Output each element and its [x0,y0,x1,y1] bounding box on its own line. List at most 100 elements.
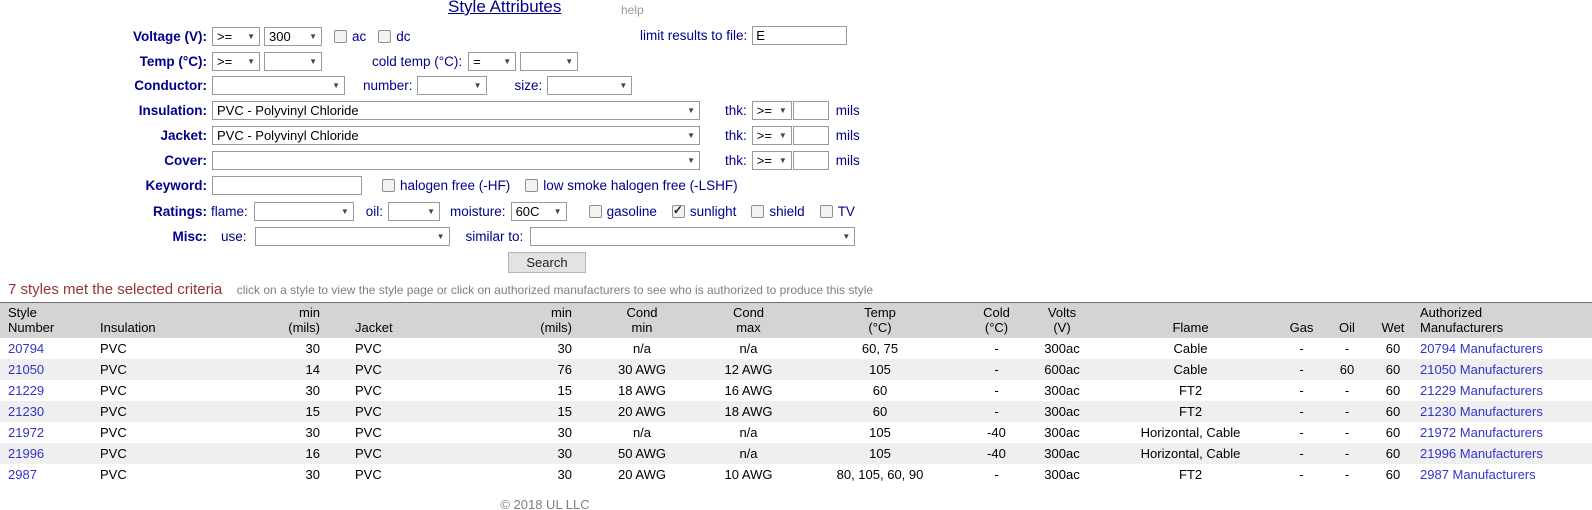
voltage-op-select[interactable]: >=▼ [212,27,260,46]
voltage-value-select[interactable]: 300▼ [264,27,322,46]
temp-op-select[interactable]: >=▼ [212,52,260,71]
table-cell: 21230 [0,401,95,422]
results-line: 7 styles met the selected criteria click… [8,281,873,299]
search-button[interactable]: Search [508,252,586,273]
use-select[interactable]: ▼ [255,227,450,246]
table-cell: n/a [702,338,795,359]
col-header: Jacket [330,303,510,338]
dc-checkbox[interactable] [378,30,391,43]
manufacturers-link[interactable]: 21972 Manufacturers [1420,425,1543,440]
cold-temp-value-select[interactable]: ▼ [520,52,578,71]
jacket-select[interactable]: PVC - Polyvinyl Chloride▼ [212,126,700,145]
style-number-link[interactable]: 20794 [8,341,44,356]
limit-results-group: limit results to file: [640,26,847,45]
insulation-select[interactable]: PVC - Polyvinyl Chloride▼ [212,101,700,120]
table-cell: - [1285,464,1318,485]
flame-select[interactable]: ▼ [254,202,354,221]
chevron-down-icon: ▼ [565,57,573,66]
table-cell: n/a [582,338,702,359]
insulation-label: Insulation: [0,103,207,118]
conductor-size-select[interactable]: ▼ [547,76,632,95]
keyword-input[interactable] [212,176,362,195]
chevron-down-icon: ▼ [247,32,255,41]
insulation-thk-input[interactable] [793,101,829,120]
temp-value-select[interactable]: ▼ [264,52,322,71]
table-cell: - [1285,359,1318,380]
table-cell: - [965,401,1028,422]
similar-to-select[interactable]: ▼ [530,227,855,246]
manufacturers-link[interactable]: 21050 Manufacturers [1420,362,1543,377]
halogen-free-checkbox[interactable] [382,179,395,192]
table-cell: 60 [795,380,965,401]
table-cell: PVC [95,443,255,464]
table-cell: - [1285,338,1318,359]
style-number-link[interactable]: 21050 [8,362,44,377]
table-cell: Horizontal, Cable [1096,443,1285,464]
shield-checkbox[interactable] [751,205,764,218]
cover-select[interactable]: ▼ [212,151,700,170]
table-cell: 30 [255,338,330,359]
manufacturers-link[interactable]: 21229 Manufacturers [1420,383,1543,398]
cover-thk-input[interactable] [793,151,829,170]
style-number-link[interactable]: 21972 [8,425,44,440]
style-number-link[interactable]: 21996 [8,446,44,461]
cold-temp-op-select[interactable]: =▼ [468,52,516,71]
cover-thk-op-select[interactable]: >=▼ [752,151,792,170]
moisture-select[interactable]: 60C▼ [511,202,567,221]
jacket-thk-label: thk: [725,128,747,143]
manufacturers-link[interactable]: 2987 Manufacturers [1420,467,1536,482]
manufacturers-link[interactable]: 21230 Manufacturers [1420,404,1543,419]
table-cell: - [1318,422,1376,443]
chevron-down-icon: ▼ [687,131,695,140]
oil-select[interactable]: ▼ [388,202,440,221]
insulation-thk-op-select[interactable]: >=▼ [752,101,792,120]
table-cell: 300ac [1028,422,1096,443]
tv-checkbox[interactable] [820,205,833,218]
temp-op-value: >= [217,54,232,69]
low-smoke-halogen-free-checkbox[interactable] [525,179,538,192]
limit-results-input[interactable] [752,26,847,45]
conductor-select[interactable]: ▼ [212,76,345,95]
table-row: 21972PVC30PVC30n/an/a105-40300acHorizont… [0,422,1592,443]
help-link[interactable]: help [621,3,644,17]
gasoline-label: gasoline [607,204,657,219]
table-cell: PVC [95,338,255,359]
table-cell: PVC [95,464,255,485]
halogen-free-label: halogen free (-HF) [400,178,510,193]
sunlight-checkbox[interactable] [672,205,685,218]
style-number-link[interactable]: 21229 [8,383,44,398]
results-hint: click on a style to view the style page … [237,283,873,297]
chevron-down-icon: ▼ [309,32,317,41]
tv-label: TV [838,204,855,219]
table-cell: -40 [965,422,1028,443]
table-cell: Cable [1096,359,1285,380]
style-number-link[interactable]: 21230 [8,404,44,419]
page-title[interactable]: Style Attributes [448,0,561,17]
jacket-thk-input[interactable] [793,126,829,145]
table-cell: PVC [330,380,510,401]
voltage-label: Voltage (V): [0,29,207,44]
conductor-number-select[interactable]: ▼ [417,76,487,95]
chevron-down-icon: ▼ [554,207,562,216]
moisture-label: moisture: [450,204,506,219]
cold-temp-op-value: = [473,54,481,69]
manufacturers-link[interactable]: 21996 Manufacturers [1420,446,1543,461]
manufacturers-link[interactable]: 20794 Manufacturers [1420,341,1543,356]
style-number-link[interactable]: 2987 [8,467,37,482]
table-cell: 18 AWG [582,380,702,401]
results-body: 20794PVC30PVC30n/an/a60, 75-300acCable--… [0,338,1592,485]
table-cell: PVC [95,422,255,443]
results-header-row: StyleNumberInsulationmin(mils)Jacketmin(… [0,303,1592,338]
insulation-thk-op-value: >= [757,103,772,118]
table-cell: 30 [255,422,330,443]
ac-checkbox[interactable] [334,30,347,43]
table-cell: 21229 Manufacturers [1410,380,1592,401]
jacket-thk-op-select[interactable]: >=▼ [752,126,792,145]
cover-mils-label: mils [836,153,860,168]
col-header: Oil [1318,303,1376,338]
table-cell: FT2 [1096,401,1285,422]
temp-label: Temp (°C): [0,54,207,69]
use-label: use: [221,229,247,244]
gasoline-checkbox[interactable] [589,205,602,218]
col-header: Condmax [702,303,795,338]
